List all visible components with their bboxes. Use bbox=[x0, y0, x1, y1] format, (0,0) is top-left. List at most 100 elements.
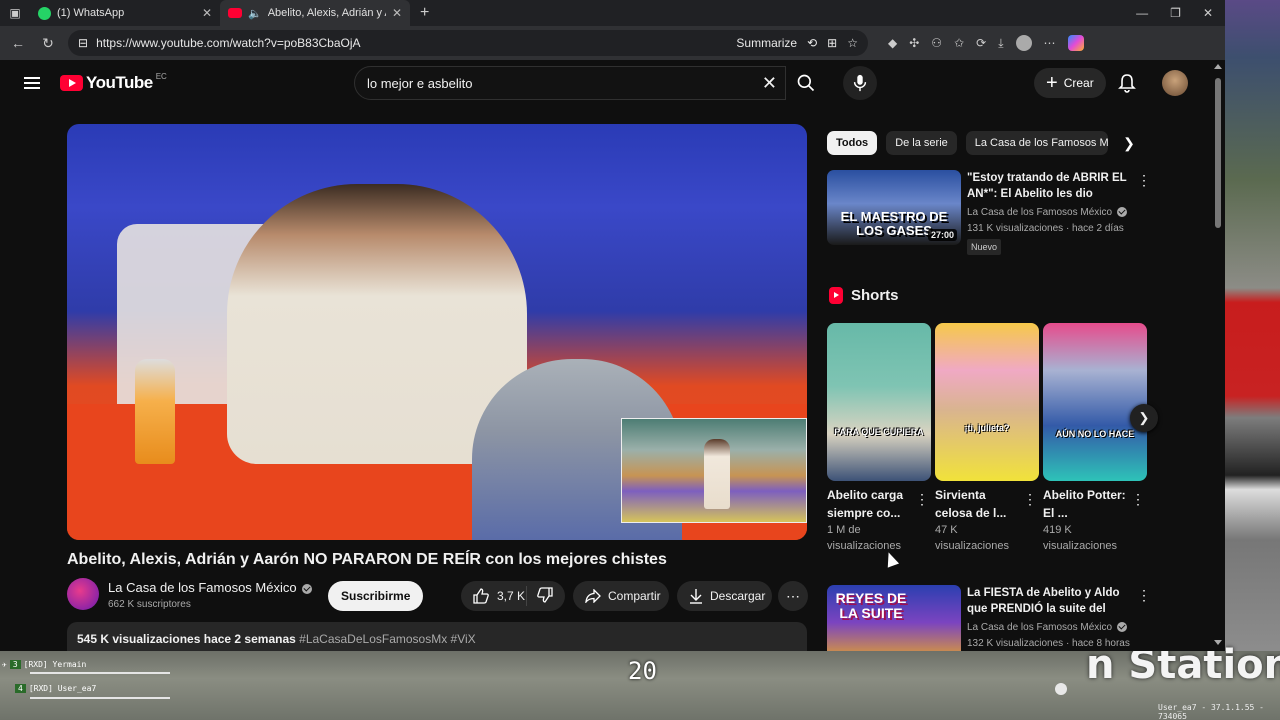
more-actions-icon[interactable]: ⋯ bbox=[778, 581, 808, 611]
shorts-next-chevron-icon[interactable]: ❯ bbox=[1130, 404, 1158, 432]
chevron-right-icon[interactable]: ❯ bbox=[1117, 131, 1141, 155]
hud-counter: 20 bbox=[628, 657, 657, 685]
menu-icon[interactable] bbox=[24, 77, 40, 89]
shorts-icon bbox=[829, 287, 843, 304]
site-info-icon[interactable]: ⊟ bbox=[78, 36, 88, 50]
download-button[interactable]: Descargar bbox=[677, 581, 772, 611]
share-label: Compartir bbox=[608, 589, 661, 603]
scroll-up-icon[interactable] bbox=[1214, 64, 1222, 69]
split-screen-icon[interactable]: ⚇ bbox=[931, 36, 942, 50]
apps-icon[interactable]: ⊞ bbox=[827, 36, 837, 50]
kebab-menu-icon[interactable]: ⋮ bbox=[915, 491, 929, 508]
short-item[interactable]: AÚN NO LO HACE Abelito Potter: El ... 41… bbox=[1043, 323, 1147, 561]
short-thumbnail[interactable]: AÚN NO LO HACE bbox=[1043, 323, 1147, 481]
channel-name[interactable]: La Casa de los Famosos México bbox=[108, 580, 312, 595]
close-window-icon[interactable]: ✕ bbox=[1203, 6, 1213, 20]
create-label: Crear bbox=[1063, 76, 1094, 90]
recommendation-stats: 132 K visualizaciones · hace 8 horas bbox=[967, 638, 1130, 649]
search-query: lo mejor e asbelito bbox=[367, 75, 473, 91]
recommendation-item[interactable]: REYES DE LA SUITE La FIESTA de Abelito y… bbox=[827, 585, 1151, 651]
chip-de-la-serie[interactable]: De la serie bbox=[886, 131, 957, 155]
summarize-button[interactable]: Summarize bbox=[736, 36, 797, 50]
short-caption: PARA QUE CUPIERA bbox=[834, 427, 924, 437]
extension-icon[interactable]: ◆ bbox=[888, 36, 897, 50]
more-menu-icon[interactable]: ⋯ bbox=[1044, 36, 1056, 50]
short-item[interactable]: PARA QUE CUPIERA Abelito carga siempre c… bbox=[827, 323, 931, 561]
like-dislike-pill: 3,7 K bbox=[461, 581, 565, 611]
page-scrollbar[interactable] bbox=[1211, 60, 1225, 651]
restore-icon[interactable]: ❐ bbox=[1170, 6, 1181, 20]
description-box[interactable]: 545 K visualizaciones hace 2 semanas #La… bbox=[67, 622, 807, 651]
recommendation-title: La FIESTA de Abelito y Aldo que PRENDIÓ … bbox=[967, 587, 1120, 615]
clear-search-icon[interactable]: ✕ bbox=[762, 73, 777, 94]
favorites-icon[interactable]: ✩ bbox=[954, 36, 964, 50]
search-input[interactable]: lo mejor e asbelito ✕ bbox=[354, 66, 786, 100]
recommendation-thumbnail[interactable]: EL MAESTRO DE LOS GASES 27:00 bbox=[827, 170, 961, 245]
country-code: EC bbox=[155, 71, 167, 81]
copilot-icon[interactable] bbox=[1067, 35, 1084, 51]
short-views: 419 K visualizaciones bbox=[1043, 524, 1117, 552]
recommendation-meta: La Casa de los Famosos México 132 K visu… bbox=[967, 620, 1130, 651]
chip-la-casa[interactable]: La Casa de los Famosos M bbox=[965, 131, 1108, 155]
speaker-icon[interactable]: 🔈 bbox=[248, 7, 262, 20]
verified-icon bbox=[301, 583, 312, 594]
verified-icon bbox=[1117, 622, 1128, 633]
channel-avatar[interactable] bbox=[67, 578, 99, 610]
minimize-icon[interactable]: — bbox=[1136, 6, 1148, 20]
kebab-menu-icon[interactable]: ⋮ bbox=[1023, 491, 1037, 508]
notifications-bell-icon[interactable] bbox=[1118, 73, 1136, 98]
tab-whatsapp[interactable]: (1) WhatsApp ✕ bbox=[30, 0, 220, 26]
history-icon[interactable]: ⟳ bbox=[976, 36, 986, 50]
profile-avatar[interactable] bbox=[1015, 35, 1032, 51]
video-title: Abelito, Alexis, Adrián y Aarón NO PARAR… bbox=[67, 551, 667, 568]
dislike-button[interactable] bbox=[527, 586, 553, 606]
subscribe-button[interactable]: Suscribirme bbox=[328, 581, 424, 611]
short-thumbnail[interactable]: PARA QUE CUPIERA bbox=[827, 323, 931, 481]
kebab-menu-icon[interactable]: ⋮ bbox=[1137, 587, 1151, 604]
shorts-heading: Shorts bbox=[829, 287, 899, 304]
tab-actions-icon[interactable]: ▣ bbox=[0, 0, 30, 26]
search-button[interactable] bbox=[786, 66, 826, 100]
kebab-menu-icon[interactable]: ⋮ bbox=[1137, 172, 1151, 189]
share-button[interactable]: Compartir bbox=[573, 581, 669, 611]
scroll-down-icon[interactable] bbox=[1214, 640, 1222, 645]
thumbnail-caption: REYES DE LA SUITE bbox=[835, 590, 907, 621]
short-thumbnail[interactable]: ¡ti, julieta? bbox=[935, 323, 1039, 481]
picture-in-picture-overlay bbox=[621, 418, 807, 523]
user-avatar[interactable] bbox=[1162, 70, 1188, 96]
like-count: 3,7 K bbox=[497, 589, 526, 603]
kebab-menu-icon[interactable]: ⋮ bbox=[1131, 491, 1145, 508]
favorite-star-icon[interactable]: ☆ bbox=[847, 36, 858, 50]
chip-todos[interactable]: Todos bbox=[827, 131, 878, 155]
recommendation-thumbnail[interactable]: REYES DE LA SUITE bbox=[827, 585, 961, 651]
voice-search-button[interactable] bbox=[843, 66, 877, 100]
game-background-right bbox=[1225, 0, 1280, 720]
new-tab-button[interactable]: + bbox=[410, 4, 439, 22]
puzzle-icon[interactable]: ✣ bbox=[909, 36, 919, 50]
tab-youtube[interactable]: 🔈 Abelito, Alexis, Adrián y Aarón ✕ bbox=[220, 0, 410, 26]
url-field[interactable]: ⊟ https://www.youtube.com/watch?v=poB83C… bbox=[68, 30, 868, 56]
reload-icon[interactable]: ↻ bbox=[38, 35, 58, 52]
recommendation-title: "Estoy tratando de ABRIR EL AN*": El Abe… bbox=[967, 172, 1127, 200]
create-button[interactable]: + Crear bbox=[1034, 68, 1106, 98]
tab-title: Abelito, Alexis, Adrián y Aarón bbox=[267, 7, 386, 19]
tab-title: (1) WhatsApp bbox=[57, 7, 125, 19]
recommendation-item[interactable]: EL MAESTRO DE LOS GASES 27:00 "Estoy tra… bbox=[827, 170, 1151, 264]
filter-chips: Todos De la serie La Casa de los Famosos… bbox=[827, 131, 1108, 155]
short-item[interactable]: ¡ti, julieta? Sirvienta celosa de l... 4… bbox=[935, 323, 1039, 561]
short-views: 1 M de visualizaciones bbox=[827, 524, 901, 552]
youtube-logo[interactable]: YouTube EC bbox=[60, 71, 167, 93]
description-hashtags[interactable]: #LaCasaDeLosFamososMx #ViX bbox=[299, 632, 476, 646]
short-title: Abelito Potter: El ... bbox=[1043, 488, 1126, 520]
window-controls: — ❐ ✕ bbox=[1136, 6, 1225, 20]
channel-row: La Casa de los Famosos México 662 K susc… bbox=[67, 578, 808, 614]
back-icon[interactable]: ← bbox=[8, 35, 28, 51]
summarize-icon[interactable]: ⟲ bbox=[807, 36, 817, 50]
hud-player-name: [RXD] Yermain bbox=[23, 659, 87, 669]
download-arrow-icon bbox=[690, 589, 702, 604]
download-icon[interactable]: ⤓ bbox=[998, 36, 1003, 51]
scrollbar-thumb[interactable] bbox=[1215, 78, 1221, 228]
close-icon[interactable]: ✕ bbox=[202, 6, 212, 20]
like-button[interactable]: 3,7 K bbox=[461, 586, 527, 606]
close-icon[interactable]: ✕ bbox=[392, 6, 402, 20]
